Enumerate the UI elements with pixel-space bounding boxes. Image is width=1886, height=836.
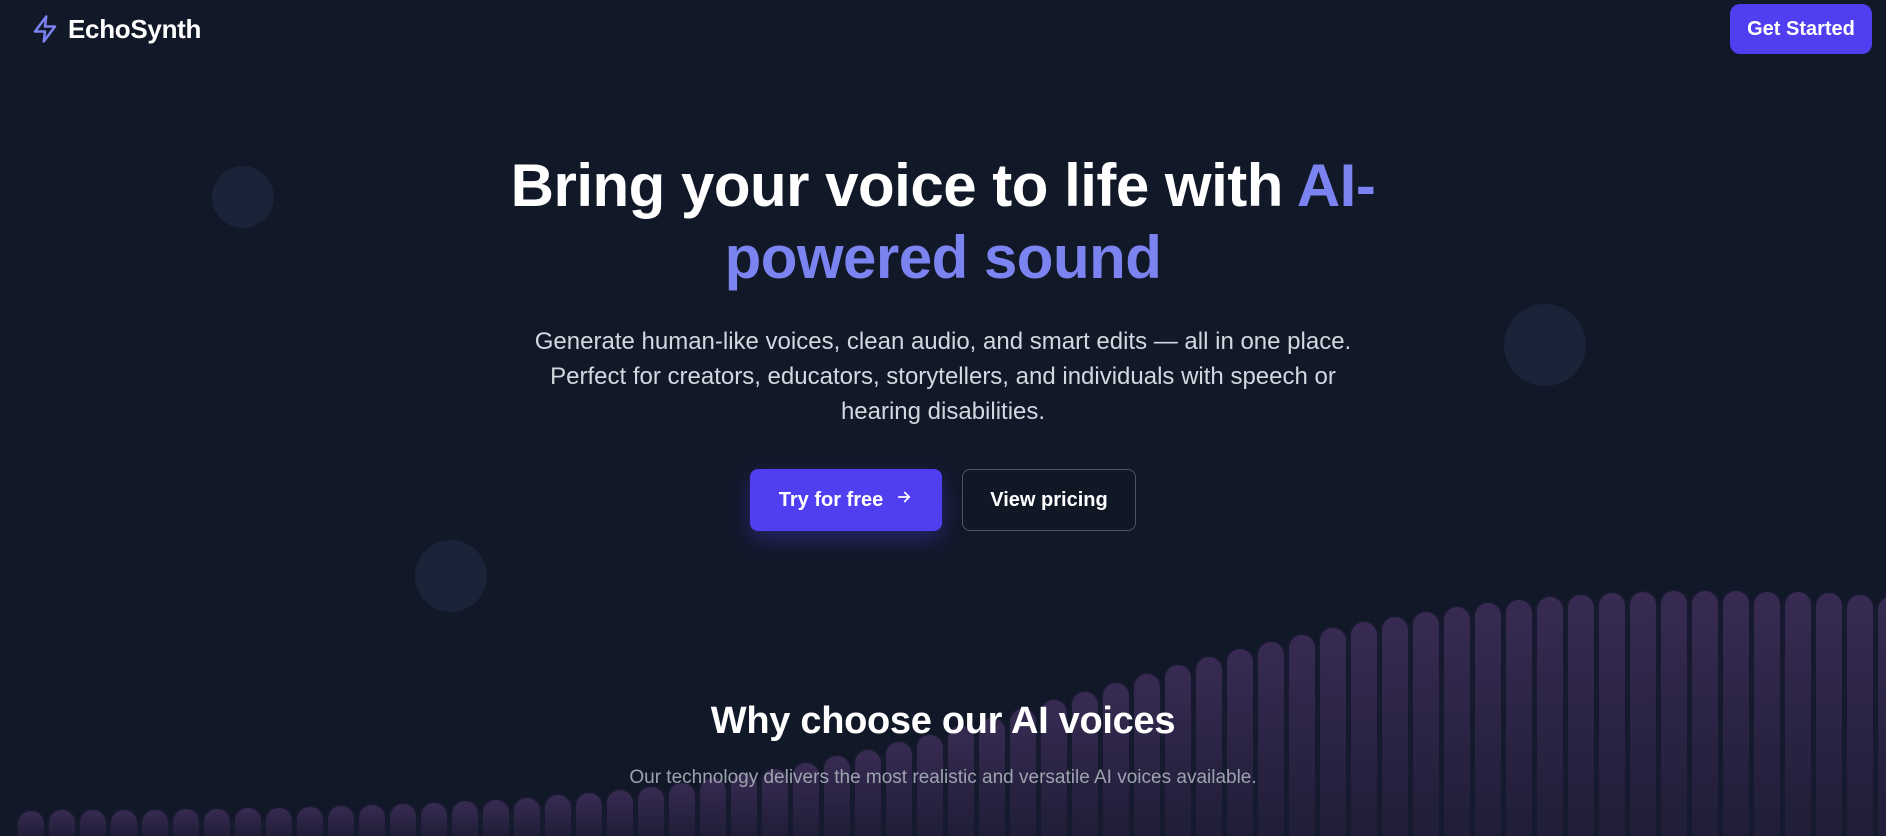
view-pricing-button[interactable]: View pricing	[962, 469, 1136, 531]
waveform-bar	[80, 810, 106, 836]
arrow-right-icon	[895, 488, 913, 512]
waveform-bar	[576, 793, 602, 836]
waveform-bar	[204, 809, 230, 836]
waveform-bar	[452, 801, 478, 836]
get-started-button[interactable]: Get Started	[1730, 4, 1872, 54]
brand-logo[interactable]: EchoSynth	[30, 12, 201, 46]
hero-section: Bring your voice to life with AI-powered…	[0, 150, 1886, 531]
hero-title-main: Bring your voice to life with	[510, 152, 1297, 219]
waveform-bar	[18, 811, 44, 836]
waveform-bar	[390, 804, 416, 836]
waveform-bar	[266, 808, 292, 836]
why-title: Why choose our AI voices	[710, 700, 1176, 742]
why-subtitle: Our technology delivers the most realist…	[629, 767, 1257, 788]
lightning-icon	[30, 12, 60, 46]
waveform-bar	[142, 810, 168, 836]
waveform-bar	[235, 808, 261, 836]
hero-subtitle: Generate human-like voices, clean audio,…	[534, 328, 1352, 425]
waveform-bar	[328, 806, 354, 836]
waveform-bar	[111, 810, 137, 836]
decorative-circle	[415, 540, 487, 612]
try-for-free-label: Try for free	[778, 488, 884, 511]
brand-name: EchoSynth	[68, 13, 202, 44]
waveform-bar	[514, 798, 540, 836]
waveform-bar	[545, 795, 571, 836]
waveform-bar	[483, 800, 509, 836]
waveform-bar	[173, 809, 199, 836]
hero-actions: Try for free View pricing	[0, 469, 1886, 531]
waveform-bar	[638, 787, 664, 836]
why-section: Why choose our AI voices Our technology …	[0, 700, 1886, 789]
waveform-bar	[669, 783, 695, 836]
waveform-bar	[359, 805, 385, 836]
landing-page: EchoSynth Get Started Bring your voice t…	[0, 0, 1886, 836]
waveform-bar	[49, 810, 75, 836]
hero-title: Bring your voice to life with AI-powered…	[443, 150, 1443, 294]
try-for-free-button[interactable]: Try for free	[750, 469, 942, 531]
waveform-bar	[421, 803, 447, 836]
waveform-bar	[297, 807, 323, 836]
waveform-bar	[607, 790, 633, 836]
site-header: EchoSynth Get Started	[0, 0, 1886, 62]
